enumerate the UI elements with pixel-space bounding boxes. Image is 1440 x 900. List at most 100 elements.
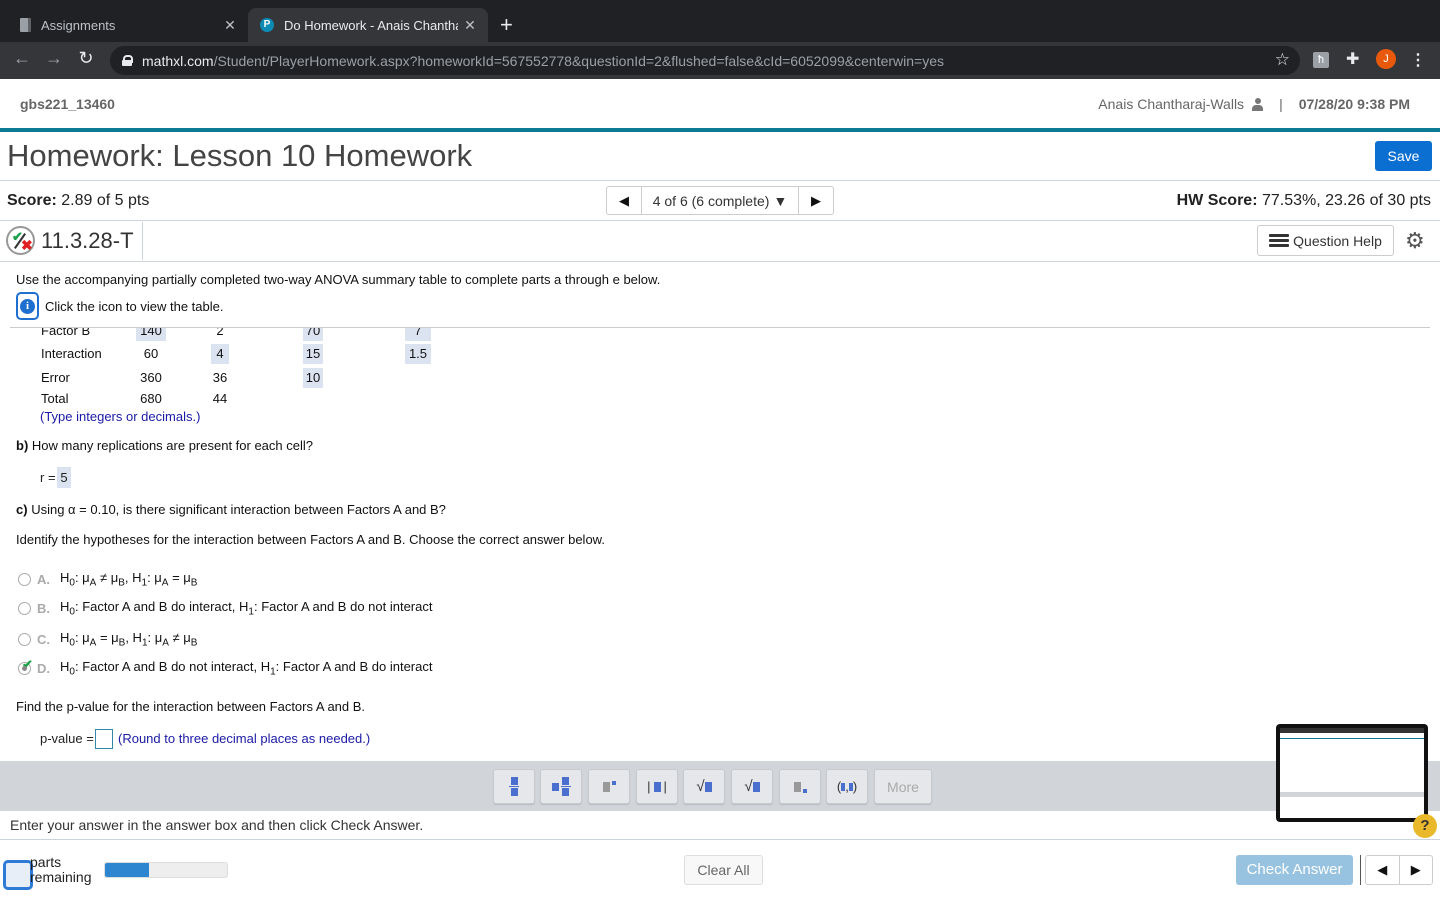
p-value-hint: (Round to three decimal places as needed… <box>118 731 371 746</box>
clear-all-button[interactable]: Clear All <box>684 855 763 885</box>
fraction-button[interactable] <box>493 769 535 804</box>
exponent-button[interactable] <box>588 769 630 804</box>
divider <box>142 222 143 260</box>
parts-progress-bar <box>104 862 228 878</box>
part-text: Using α = 0.10, is there significant int… <box>31 502 446 517</box>
r-answer-field[interactable]: 5 <box>57 467 71 488</box>
extensions-puzzle-icon[interactable]: ✚ <box>1346 52 1362 68</box>
separator: | <box>1279 96 1283 112</box>
user-icon <box>1252 97 1264 111</box>
radio-button[interactable] <box>18 572 31 586</box>
option-text: H0: μA = μB, H1: μA ≠ μB <box>60 629 198 649</box>
info-text: Click the icon to view the table. <box>45 299 224 314</box>
ms-cell[interactable]: 10 <box>303 368 323 388</box>
option-c[interactable]: C. H0: μA = μB, H1: μA ≠ μB <box>18 628 197 650</box>
part-b-prompt: b) How many replications are present for… <box>16 438 313 453</box>
gear-icon[interactable]: ⚙ <box>1405 228 1425 254</box>
divider <box>0 220 1440 221</box>
option-b[interactable]: B. H0: Factor A and B do interact, H1: F… <box>18 597 432 619</box>
df-cell: 44 <box>212 391 228 406</box>
ordered-pair-button[interactable]: (,) <box>826 769 868 804</box>
progress-fill <box>105 863 149 877</box>
ms-cell[interactable]: 15 <box>303 344 323 364</box>
page-title: Homework: Lesson 10 Homework <box>7 138 473 173</box>
tab-assignments[interactable]: Assignments ✕ <box>8 8 248 42</box>
help-question-icon[interactable]: ? <box>1413 814 1437 838</box>
square-root-button[interactable]: √ <box>683 769 725 804</box>
divider <box>0 180 1440 181</box>
ss-cell[interactable]: 140 <box>136 328 166 341</box>
p-value-label: p-value = <box>40 731 94 746</box>
option-letter: D. <box>37 660 50 676</box>
question-score: Score: 2.89 of 5 pts <box>7 192 149 210</box>
option-letter: A. <box>37 571 50 587</box>
forward-icon[interactable]: → <box>42 48 66 69</box>
info-icon[interactable]: i <box>16 292 39 320</box>
anova-table: Factor B 140 2 70 7 Interaction 60 4 15 … <box>41 328 541 413</box>
screenshot-thumbnail[interactable] <box>1276 724 1428 822</box>
ss-cell: 60 <box>143 346 159 361</box>
question-navigator: ◀ 4 of 6 (6 complete) ▼ ▶ <box>606 186 834 215</box>
address-bar[interactable]: mathxl.com/Student/PlayerHomework.aspx?h… <box>110 46 1300 75</box>
question-help-button[interactable]: Question Help <box>1257 225 1394 256</box>
nth-root-button[interactable]: √ <box>731 769 773 804</box>
tab-title: Do Homework - Anais Chantha <box>284 17 458 33</box>
radio-button-selected[interactable]: ✔ <box>18 657 33 675</box>
document-icon <box>20 18 31 32</box>
save-button[interactable]: Save <box>1375 141 1432 171</box>
ms-cell[interactable]: 70 <box>303 328 323 341</box>
option-letter: C. <box>37 631 50 647</box>
profile-avatar[interactable]: J <box>1376 49 1396 69</box>
browser-menu-icon[interactable]: ⋮ <box>1410 50 1426 70</box>
back-icon[interactable]: ← <box>10 48 34 69</box>
score-label: Score: <box>7 192 57 209</box>
bookmark-star-icon[interactable]: ☆ <box>1275 50 1290 70</box>
browser-tab-strip: Assignments ✕ P Do Homework - Anais Chan… <box>0 0 1440 42</box>
mixed-number-button[interactable] <box>540 769 582 804</box>
part-text: How many replications are present for ea… <box>31 438 313 453</box>
hw-score-value: 77.53%, 23.26 of 30 pts <box>1261 192 1431 209</box>
question-intro: Use the accompanying partially completed… <box>16 272 661 287</box>
p-value-input[interactable] <box>95 729 113 749</box>
question-selector-label: 4 of 6 (6 complete) <box>652 192 770 209</box>
df-cell[interactable]: 4 <box>211 344 229 364</box>
question-selector-dropdown[interactable]: 4 of 6 (6 complete) ▼ <box>642 187 798 214</box>
parts-remaining-label: parts remaining <box>30 854 92 885</box>
f-cell[interactable]: 7 <box>405 328 431 341</box>
previous-question-button[interactable]: ◀ <box>1366 856 1400 884</box>
next-question-button[interactable]: ▶ <box>1400 856 1433 884</box>
course-id: gbs221_13460 <box>20 96 115 112</box>
option-d[interactable]: ✔ D. H0: Factor A and B do not interact,… <box>18 657 432 679</box>
hw-score-label: HW Score: <box>1176 192 1258 209</box>
lock-icon <box>122 55 133 66</box>
tab-do-homework[interactable]: P Do Homework - Anais Chantha ✕ <box>248 8 488 42</box>
divider <box>1360 855 1361 885</box>
close-icon[interactable]: ✕ <box>458 17 482 34</box>
subscript-button[interactable] <box>779 769 821 804</box>
new-tab-button[interactable]: + <box>500 12 513 38</box>
next-question-button[interactable]: ▶ <box>798 187 833 214</box>
close-icon[interactable]: ✕ <box>218 17 242 34</box>
extension-icon[interactable]: ħ <box>1313 52 1329 68</box>
option-letter: B. <box>37 600 50 616</box>
reload-icon[interactable]: ↻ <box>74 48 98 69</box>
f-cell[interactable]: 1.5 <box>405 344 431 364</box>
hypotheses-prompt: Identify the hypotheses for the interact… <box>16 532 605 547</box>
divider <box>0 839 1440 840</box>
absolute-value-button[interactable]: | | <box>636 769 678 804</box>
p-value-prompt: Find the p-value for the interaction bet… <box>16 699 366 714</box>
ss-cell: 360 <box>140 370 162 385</box>
radio-button[interactable] <box>18 601 31 615</box>
more-button[interactable]: More <box>874 769 932 804</box>
bottom-question-navigator: ◀ ▶ <box>1365 855 1433 885</box>
option-text: H0: Factor A and B do not interact, H1: … <box>60 658 433 678</box>
source-cell: Error <box>41 370 70 385</box>
radio-button[interactable] <box>18 632 31 646</box>
parts-icon <box>3 860 33 890</box>
previous-question-button[interactable]: ◀ <box>607 187 642 214</box>
option-text: H0: Factor A and B do interact, H1: Fact… <box>60 598 433 618</box>
math-palette: | | √ √ (,) More <box>0 761 1440 811</box>
option-a[interactable]: A. H0: μA ≠ μB, H1: μA = μB <box>18 568 197 590</box>
url-host: mathxl.com <box>142 52 214 69</box>
check-answer-button[interactable]: Check Answer <box>1236 855 1353 885</box>
